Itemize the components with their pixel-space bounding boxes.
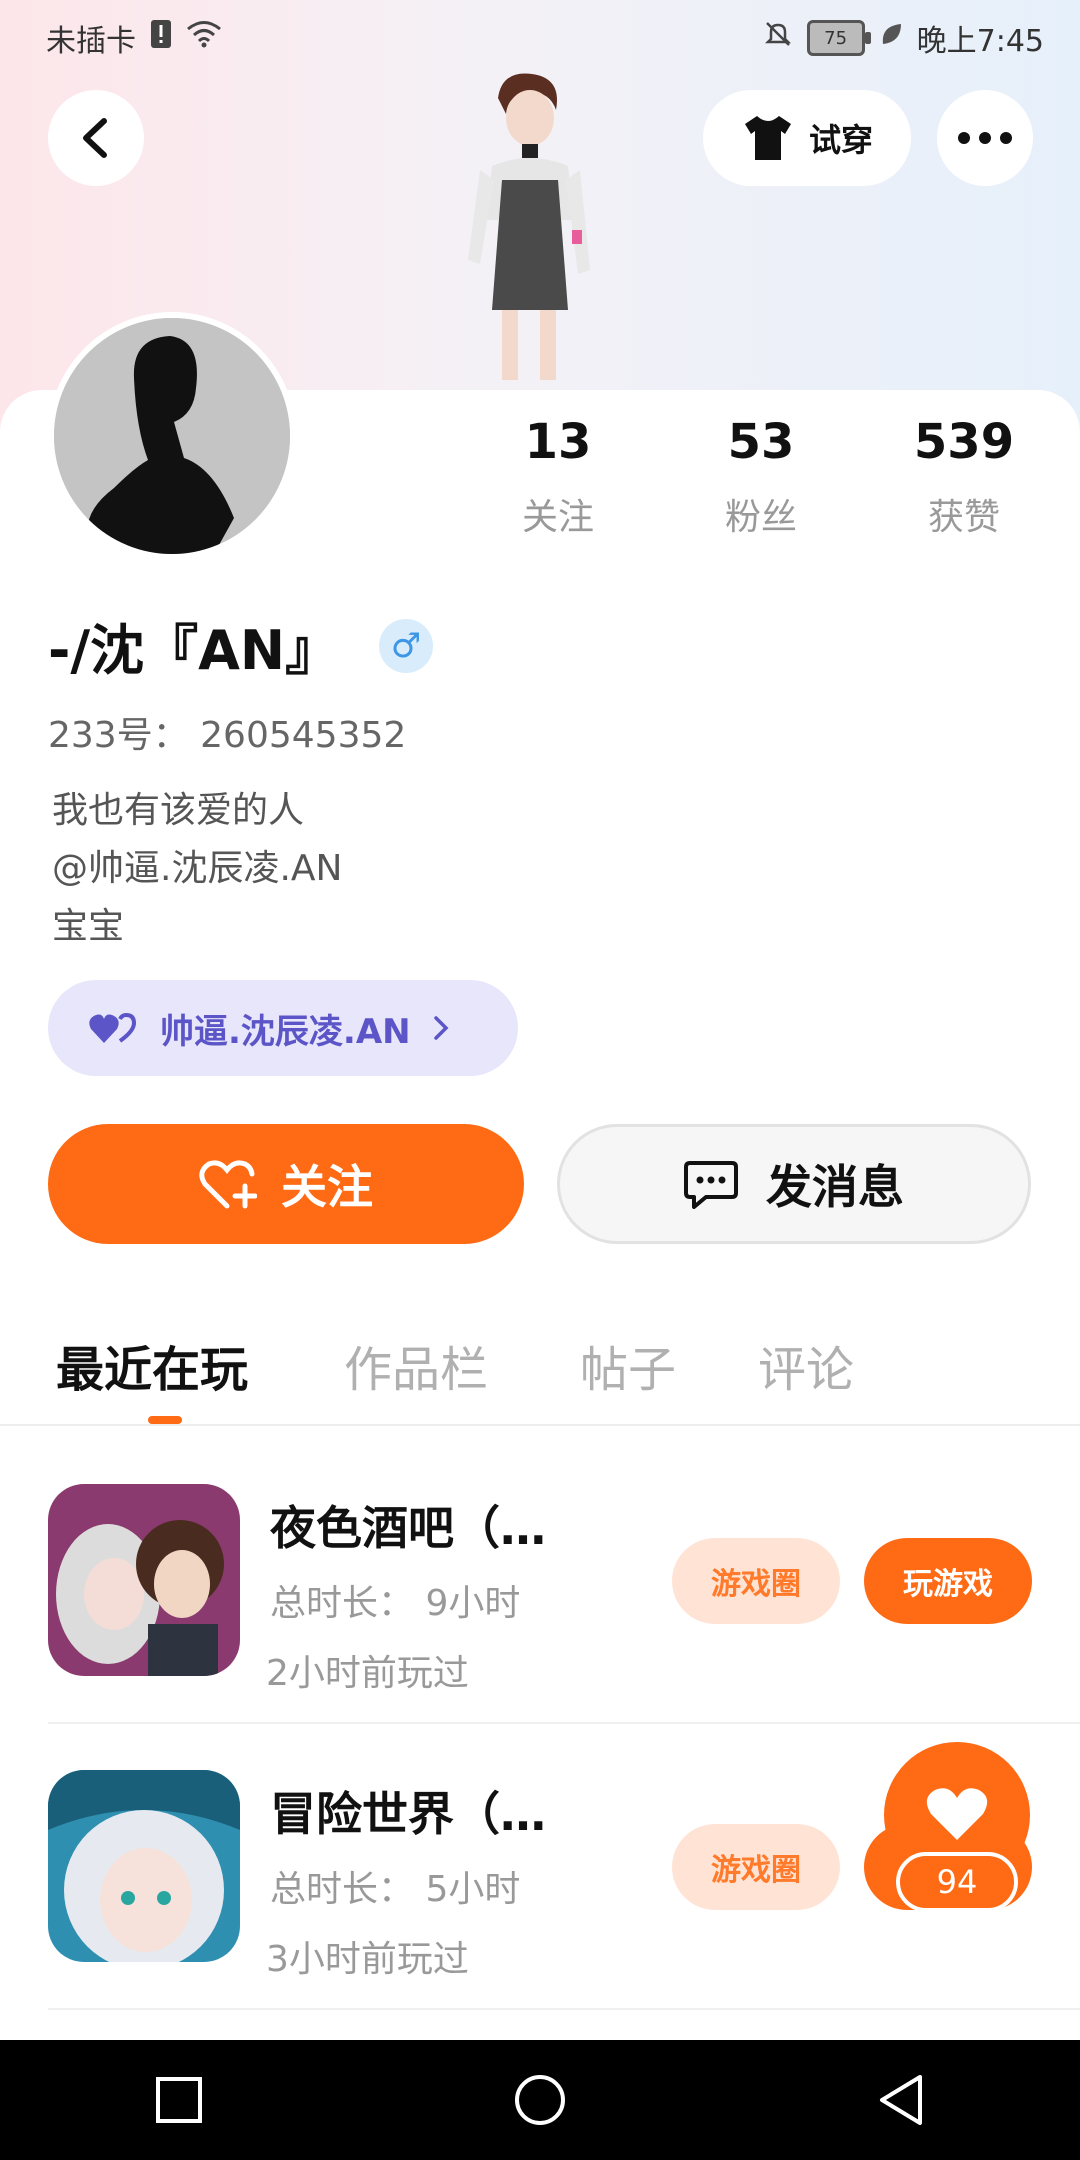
tab-posts[interactable]: 帖子: [580, 1330, 676, 1400]
chevron-right-icon: [433, 1016, 449, 1040]
battery-icon: 75: [806, 20, 871, 56]
try-on-button[interactable]: 试穿: [703, 90, 911, 186]
game-playtime: 总时长： 5小时: [270, 1869, 521, 1910]
back-nav-icon[interactable]: [876, 2073, 926, 2127]
more-dots-icon: [958, 132, 1012, 144]
clock: 晚上7:45: [916, 24, 1044, 59]
tab-comments[interactable]: 评论: [758, 1330, 854, 1400]
message-label: 发消息: [766, 1160, 904, 1214]
status-bar: 未插卡 75 晚上7:45: [0, 0, 1080, 72]
battery-level: 75: [824, 27, 848, 49]
play-game-button[interactable]: 玩游戏: [864, 1538, 1032, 1624]
game-icon-image[interactable]: [48, 1484, 240, 1676]
game-circle-button[interactable]: 游戏圈: [672, 1824, 840, 1910]
stat-followers[interactable]: 53 粉丝: [681, 414, 841, 540]
sim-status: 未插卡: [46, 24, 136, 59]
tab-works[interactable]: 作品栏: [344, 1330, 488, 1400]
shirt-icon: [744, 116, 791, 160]
relationship-pill[interactable]: 帅逼.沈辰凌.AN: [48, 980, 518, 1076]
stat-following-value: 13: [524, 414, 592, 470]
row-divider: [48, 2008, 1080, 2010]
relationship-name: 帅逼.沈辰凌.AN: [160, 1011, 411, 1052]
tab-divider: [0, 1424, 1080, 1426]
stat-following[interactable]: 13 关注: [478, 414, 638, 540]
follow-button[interactable]: 关注: [48, 1124, 524, 1244]
heart-plus-icon: [199, 1160, 257, 1209]
list-item[interactable]: 夜色酒吧（… 总时长： 9小时 2小时前玩过 游戏圈 玩游戏: [48, 1484, 1080, 1770]
row-divider: [48, 1722, 1080, 1724]
back-button[interactable]: [48, 90, 144, 186]
follow-label: 关注: [281, 1160, 373, 1214]
stat-likes[interactable]: 539 获赞: [884, 414, 1044, 540]
stat-likes-label: 获赞: [927, 497, 1000, 538]
chevron-left-icon: [83, 118, 107, 158]
mute-icon: [763, 19, 793, 57]
heart-icon: [926, 1788, 988, 1840]
more-options-button[interactable]: [937, 90, 1033, 186]
game-title: 夜色酒吧（…: [270, 1501, 546, 1555]
avatar-character-image: [440, 70, 620, 390]
user-id: 233号： 260545352: [48, 715, 407, 756]
bio-line: 我也有该爱的人: [52, 790, 305, 831]
home-icon[interactable]: [513, 2073, 567, 2127]
like-count-badge: 94: [896, 1852, 1018, 1912]
game-playtime: 总时长： 9小时: [270, 1583, 521, 1624]
message-button[interactable]: 发消息: [557, 1124, 1031, 1244]
tab-recently-played[interactable]: 最近在玩: [56, 1330, 248, 1400]
name-row: -/沈『AN』 ♂: [48, 606, 434, 685]
stat-following-label: 关注: [521, 497, 594, 538]
game-icon-image[interactable]: [48, 1770, 240, 1962]
system-navigation-bar: [0, 2040, 1080, 2160]
wifi-icon: [186, 20, 222, 56]
stat-followers-label: 粉丝: [724, 497, 797, 538]
username: -/沈『AN』: [48, 619, 340, 682]
try-on-label: 试穿: [808, 121, 873, 159]
tab-active-indicator: [148, 1416, 182, 1424]
recent-apps-icon[interactable]: [154, 2075, 204, 2125]
male-gender-icon: ♂: [379, 618, 434, 673]
leaf-icon: [879, 20, 903, 56]
game-last-played: 3小时前玩过: [266, 1939, 469, 1980]
stat-likes-value: 539: [913, 414, 1015, 470]
game-last-played: 2小时前玩过: [266, 1653, 469, 1694]
bio-line: 宝宝: [52, 906, 125, 947]
sim-alert-icon: [150, 19, 172, 57]
avatar[interactable]: [48, 312, 296, 560]
game-circle-button[interactable]: 游戏圈: [672, 1538, 840, 1624]
stat-followers-value: 53: [727, 414, 795, 470]
bio: 我也有该爱的人 @帅逼.沈辰凌.AN 宝宝: [52, 782, 342, 956]
chat-bubble-icon: [684, 1161, 738, 1209]
game-title: 冒险世界（…: [270, 1787, 546, 1841]
double-heart-icon: [89, 1012, 137, 1043]
bio-line: @帅逼.沈辰凌.AN: [52, 848, 343, 889]
